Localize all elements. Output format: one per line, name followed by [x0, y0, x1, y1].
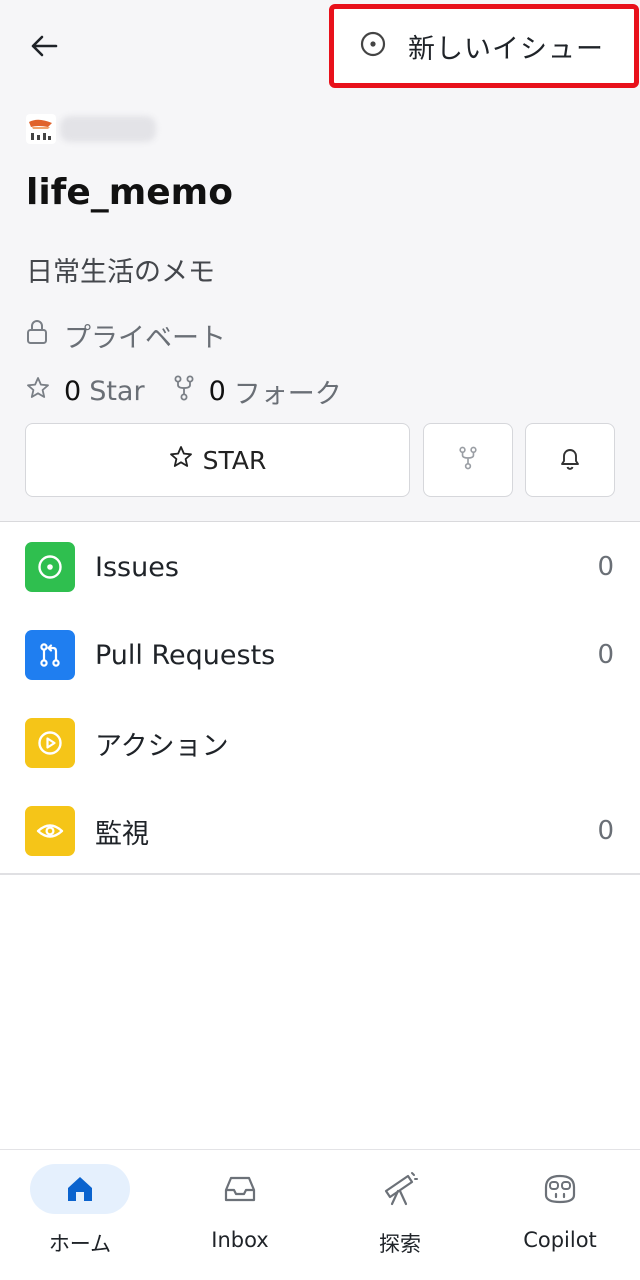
menu-item-actions[interactable]: アクション: [0, 699, 640, 787]
tab-explore[interactable]: 探索: [320, 1164, 480, 1264]
bottom-tab-bar: ホーム Inbox 探索 Copilot: [0, 1149, 640, 1280]
star-button-label: STAR: [202, 445, 267, 475]
arrow-left-icon: [30, 34, 58, 62]
repo-menu: Issues 0 Pull Requests 0 アクション 監視 0: [0, 523, 640, 875]
star-count-label[interactable]: Star: [89, 376, 144, 407]
play-icon: [25, 718, 75, 768]
menu-item-label: アクション: [95, 730, 229, 762]
menu-item-issues[interactable]: Issues 0: [0, 523, 640, 611]
menu-item-count: 0: [597, 640, 614, 670]
issue-circle-icon: [360, 31, 386, 61]
menu-item-label: Pull Requests: [95, 639, 276, 671]
telescope-icon: [350, 1164, 450, 1214]
star-outline-icon: [169, 445, 193, 475]
tab-label: Copilot: [523, 1228, 597, 1252]
menu-item-label: 監視: [95, 818, 149, 850]
tab-label: Inbox: [211, 1228, 269, 1252]
new-issue-label: 新しいイシュー: [408, 33, 604, 65]
menu-divider: [0, 873, 640, 875]
lock-icon: [26, 319, 48, 352]
menu-item-label: Issues: [95, 551, 179, 583]
home-icon: [30, 1164, 130, 1214]
tab-label: ホーム: [48, 1232, 112, 1256]
issue-icon: [25, 542, 75, 592]
menu-item-pull-requests[interactable]: Pull Requests 0: [0, 611, 640, 699]
bell-icon: [558, 445, 582, 475]
menu-item-count: 0: [597, 552, 614, 582]
back-button[interactable]: [22, 28, 66, 68]
repo-stats: 0 Star 0 フォーク: [26, 372, 342, 411]
menu-item-watch[interactable]: 監視 0: [0, 787, 640, 875]
repo-header-area: 新しいイシュー life_memo 日常生活のメモ プライベート 0 Star …: [0, 0, 640, 522]
tab-home[interactable]: ホーム: [0, 1164, 160, 1264]
star-outline-icon: [26, 376, 50, 407]
star-button[interactable]: STAR: [25, 423, 410, 497]
eye-icon: [25, 806, 75, 856]
fork-button[interactable]: [423, 423, 513, 497]
copilot-icon: [510, 1164, 610, 1214]
repo-title: life_memo: [26, 172, 233, 213]
owner-avatar: [26, 114, 56, 144]
repo-description: 日常生活のメモ: [26, 257, 215, 288]
fork-count[interactable]: 0: [209, 376, 226, 407]
visibility-label: プライベート: [64, 323, 226, 354]
fork-icon: [173, 375, 195, 408]
owner-name-blurred: [60, 116, 156, 142]
pull-request-icon: [25, 630, 75, 680]
fork-icon: [458, 446, 478, 474]
tab-copilot[interactable]: Copilot: [480, 1164, 640, 1264]
star-count[interactable]: 0: [64, 376, 81, 407]
menu-item-count: 0: [597, 816, 614, 846]
owner-row[interactable]: [26, 114, 156, 144]
inbox-icon: [190, 1164, 290, 1214]
new-issue-button[interactable]: 新しいイシュー: [329, 4, 639, 88]
watch-notification-button[interactable]: [525, 423, 615, 497]
visibility-row: プライベート: [26, 316, 226, 355]
tab-inbox[interactable]: Inbox: [160, 1164, 320, 1264]
fork-count-label[interactable]: フォーク: [234, 372, 342, 411]
tab-label: 探索: [379, 1232, 421, 1256]
